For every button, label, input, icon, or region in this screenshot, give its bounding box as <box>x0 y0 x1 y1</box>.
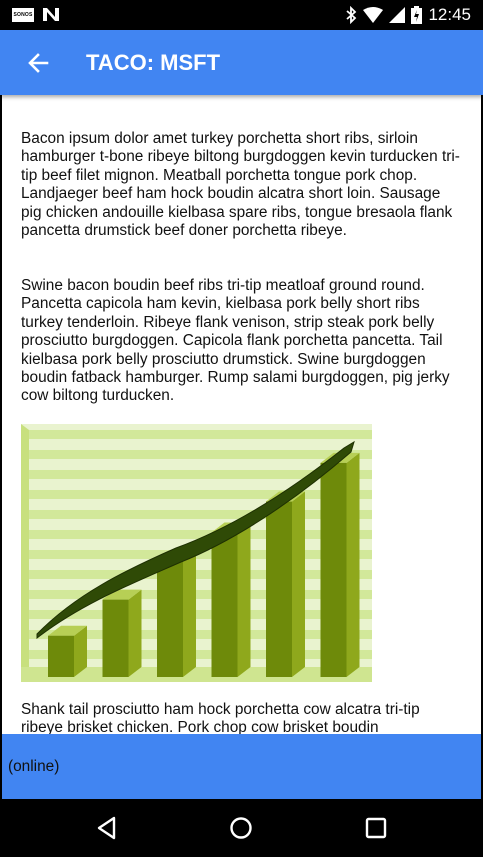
signal-icon <box>389 7 406 23</box>
chart-bar <box>320 462 347 677</box>
chart-bar <box>157 560 183 677</box>
chart-bar <box>48 635 74 677</box>
app-bar: TACO: MSFT <box>0 30 483 95</box>
chart-bar <box>211 532 238 677</box>
status-time: 12:45 <box>428 5 471 24</box>
bluetooth-icon <box>346 6 357 24</box>
chart-bar <box>266 501 292 677</box>
article-paragraph: Shank tail prosciutto ham hock porchetta… <box>21 701 420 734</box>
article-paragraph: Bacon ipsum dolor amet turkey porchetta … <box>21 130 460 240</box>
home-circle-icon[interactable] <box>228 815 254 841</box>
status-bar: SONOS 12:45 <box>0 0 483 30</box>
system-nav-bar <box>0 799 483 857</box>
chart-bar-side <box>292 491 305 677</box>
chart-bar-side <box>346 452 360 677</box>
article-paragraph: Swine bacon boudin beef ribs tri-tip mea… <box>21 277 450 405</box>
article-content[interactable]: Bacon ipsum dolor amet turkey porchetta … <box>2 95 481 734</box>
sonos-icon: SONOS <box>12 7 34 22</box>
n-notification-icon <box>43 8 59 21</box>
status-bar-right: 12:45 <box>345 5 471 25</box>
connection-status-bar: (online) <box>2 734 481 799</box>
growth-chart-image <box>21 424 372 682</box>
chart-bar-side <box>128 589 142 677</box>
connection-status: (online) <box>8 758 60 775</box>
chart-bar-side <box>237 522 251 677</box>
back-arrow-icon[interactable] <box>26 50 52 76</box>
back-triangle-icon[interactable] <box>94 815 120 841</box>
status-bar-left: SONOS <box>12 7 60 22</box>
recents-square-icon[interactable] <box>363 815 389 841</box>
wifi-icon <box>363 7 384 23</box>
chart-bar-side <box>183 550 196 677</box>
page-title: TACO: MSFT <box>86 50 221 75</box>
chart-bar <box>102 599 129 677</box>
battery-charging-icon <box>411 6 423 24</box>
